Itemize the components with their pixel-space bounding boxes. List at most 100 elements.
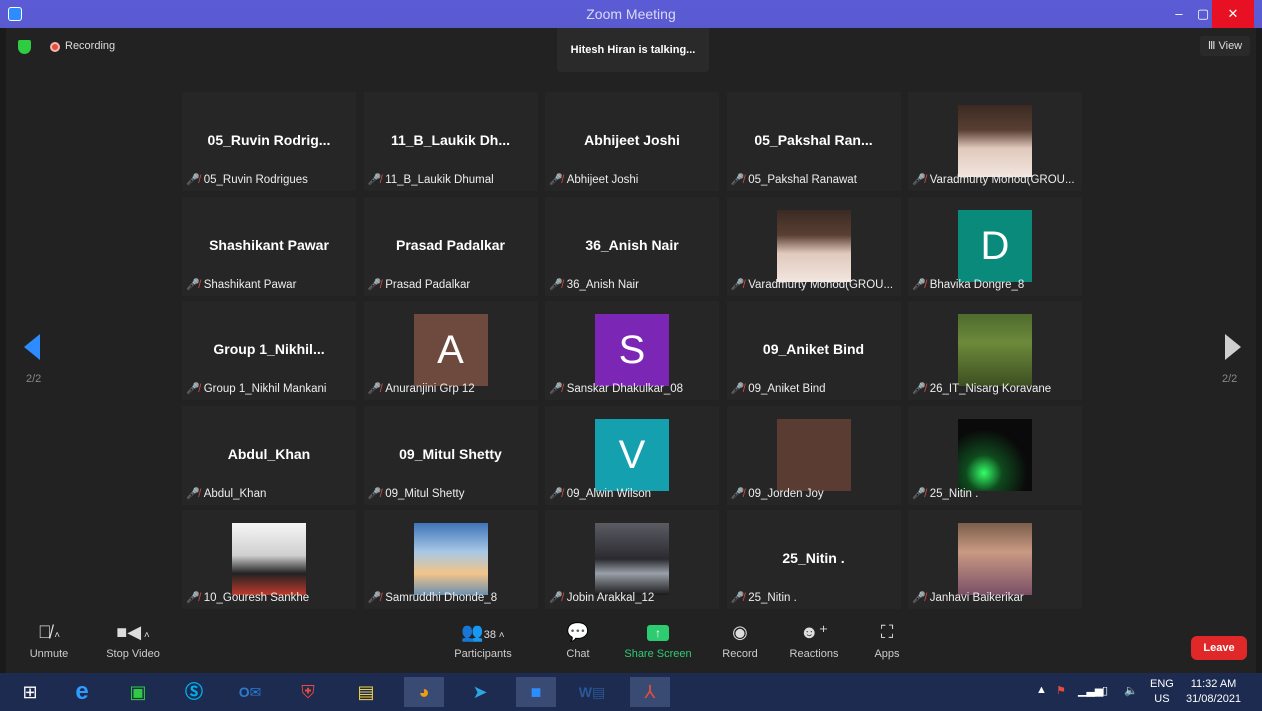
participant-tile[interactable]: Abdul_Khan 🎤̸ Abdul_Khan	[182, 405, 356, 505]
view-button[interactable]: Ⅲ View	[1200, 36, 1250, 56]
participant-name: Prasad Padalkar	[385, 278, 471, 291]
participant-name-label: 🎤̸ 11_B_Laukik Dhumal	[366, 171, 498, 189]
close-button[interactable]: ✕	[1212, 0, 1254, 28]
participants-button[interactable]: 👥38 ˄ Participants	[448, 617, 518, 673]
record-button[interactable]: ◉ Record	[718, 617, 762, 673]
apps-label: Apps	[874, 648, 900, 660]
participant-display-name: Group 1_Nikhil...	[213, 341, 325, 357]
participant-tile[interactable]: 🎤̸ Samruddhi Dhonde_8	[363, 510, 538, 609]
muted-mic-icon: 🎤̸	[367, 278, 382, 291]
participant-name: 05_Ruvin Rodrigues	[203, 174, 308, 186]
battery-icon[interactable]: ▯	[1102, 684, 1108, 697]
muted-mic-icon: 🎤̸	[367, 174, 382, 186]
store-icon[interactable]: ▣	[118, 677, 158, 707]
participant-tile[interactable]: 05_Pakshal Ran... 🎤̸ 05_Pakshal Ranawat	[726, 92, 901, 191]
participant-tile[interactable]: 25_Nitin . 🎤̸ 25_Nitin .	[726, 510, 901, 609]
participant-name-label: 🎤̸ 09_Alwin Wilson	[547, 485, 655, 503]
apps-button[interactable]: ⛶ Apps	[870, 617, 904, 673]
participant-tile[interactable]: Shashikant Pawar 🎤̸ Shashikant Pawar	[182, 196, 356, 296]
participant-tile[interactable]: Prasad Padalkar 🎤̸ Prasad Padalkar	[363, 196, 538, 296]
language-code: ENG	[1150, 678, 1174, 690]
next-page-arrow-icon[interactable]	[1225, 334, 1241, 360]
muted-mic-icon: 🎤̸	[549, 174, 563, 186]
unmute-button[interactable]: 🎙̸ ˄ Unmute	[24, 617, 74, 673]
skype-icon[interactable]: Ⓢ	[174, 677, 214, 707]
chat-button[interactable]: 💬 Chat	[558, 617, 598, 673]
participant-tile[interactable]: 🎤̸ Varadmurty Mohod(GROU...	[726, 196, 901, 296]
participant-tile[interactable]: Group 1_Nikhil... 🎤̸ Group 1_Nikhil Mankan…	[182, 301, 356, 400]
tray-flag-icon[interactable]: ⚑	[1056, 684, 1066, 697]
participant-tile[interactable]: 09_Aniket Bind 🎤̸ 09_Aniket Bind	[726, 301, 901, 400]
participant-display-name: Abhijeet Joshi	[584, 132, 680, 148]
file-explorer-icon[interactable]: ▤	[346, 677, 386, 707]
share-screen-button[interactable]: ↑ Share Screen	[622, 617, 694, 673]
language-indicator[interactable]: ENG US	[1150, 677, 1174, 707]
stop-video-button[interactable]: ■◀ ˄ Stop Video	[102, 617, 164, 673]
tray-expand-icon[interactable]: ▲	[1036, 684, 1047, 696]
participant-tile[interactable]: Abhijeet Joshi 🎤̸ Abhijeet Joshi	[545, 92, 719, 191]
muted-mic-icon: 🎤̸	[186, 487, 200, 500]
participant-tile[interactable]: 🎤̸ Janhavi Baikerikar	[908, 510, 1082, 609]
participant-tile[interactable]: 🎤̸ Jobin Arakkal_12	[545, 510, 719, 609]
participant-tile[interactable]: 🎤̸ 10_Gouresh Sankhe	[182, 510, 356, 609]
acrobat-icon[interactable]: ⅄	[630, 677, 670, 707]
recording-label: Recording	[65, 40, 116, 52]
participants-count: 38	[483, 629, 497, 641]
participant-name: Janhavi Baikerikar	[929, 592, 1024, 604]
share-screen-label: Share Screen	[624, 648, 692, 660]
system-clock[interactable]: 11:32 AM 31/08/2021	[1186, 677, 1241, 707]
muted-mic-icon: 🎤̸	[367, 383, 382, 395]
participant-avatar	[776, 418, 851, 491]
participant-tile[interactable]: 🎤̸ 25_Nitin .	[908, 405, 1082, 505]
windows-start-icon[interactable]: ⊞	[10, 677, 50, 707]
network-signal-icon[interactable]: ▁▃▅	[1078, 684, 1103, 697]
zoom-taskbar-icon[interactable]: ■	[516, 677, 556, 707]
participant-tile[interactable]: 36_Anish Nair 🎤̸ 36_Anish Nair	[545, 196, 719, 296]
participant-name: 09_Alwin Wilson	[566, 487, 652, 500]
muted-mic-icon: 🎤̸	[186, 383, 200, 395]
participant-tile[interactable]: 🎤̸ 09_Jorden Joy	[726, 405, 901, 505]
participant-name-label: 🎤̸ 05_Pakshal Ranawat	[729, 171, 861, 189]
participant-name-label: 🎤̸ Varadmurty Mohod(GROU...	[910, 171, 1079, 189]
participant-name-label: 🎤̸ 09_Mitul Shetty	[366, 485, 469, 503]
active-speaker-banner: Hitesh Hiran is talking...	[557, 28, 709, 72]
muted-mic-icon: 🎤̸	[730, 383, 745, 395]
internet-explorer-icon[interactable]: e	[62, 677, 102, 707]
participant-tile[interactable]: 09_Mitul Shetty 🎤̸ 09_Mitul Shetty	[363, 405, 538, 505]
participant-profile-photo	[776, 209, 851, 282]
muted-mic-icon: 🎙̸ ˄	[37, 622, 61, 642]
speaker-icon[interactable]: 🔈	[1124, 684, 1138, 697]
participant-name-label: 🎤̸ Shashikant Pawar	[184, 276, 300, 294]
participant-avatar: D	[958, 209, 1032, 282]
maximize-button[interactable]: ▢	[1192, 0, 1214, 28]
participant-tile[interactable]: V 🎤̸ 09_Alwin Wilson	[545, 405, 719, 505]
participant-tile[interactable]: A 🎤̸ Anuranjini Grp 12	[363, 301, 538, 400]
participant-profile-photo	[958, 523, 1032, 595]
participant-name-label: 🎤̸ 26_IT_Nisarg Koravane	[910, 380, 1055, 398]
telegram-icon[interactable]: ➤	[460, 677, 500, 707]
outlook-icon[interactable]: O✉	[230, 677, 270, 707]
participant-tile[interactable]: 🎤̸ 26_IT_Nisarg Koravane	[908, 301, 1082, 400]
previous-page-arrow-icon[interactable]	[24, 334, 40, 360]
participant-name: 09_Aniket Bind	[748, 383, 826, 395]
reactions-smiley-icon: ☻⁺	[799, 622, 829, 642]
minimize-button[interactable]: –	[1168, 0, 1190, 28]
word-icon[interactable]: W▤	[572, 677, 612, 707]
chrome-icon[interactable]: ◕	[404, 677, 444, 707]
participant-tile[interactable]: 11_B_Laukik Dh... 🎤̸ 11_B_Laukik Dhumal	[363, 92, 538, 191]
participant-name: Abhijeet Joshi	[566, 174, 639, 186]
participant-tile[interactable]: 🎤̸ Varadmurty Mohod(GROU...	[908, 92, 1082, 191]
reactions-button[interactable]: ☻⁺ Reactions	[786, 617, 842, 673]
security-shield-icon[interactable]	[18, 40, 31, 54]
antivirus-shield-icon[interactable]: ⛨	[288, 677, 328, 707]
leave-button[interactable]: Leave	[1191, 636, 1247, 660]
muted-mic-icon: 🎤̸	[549, 383, 563, 395]
participant-name-label: 🎤̸ Abdul_Khan	[184, 485, 270, 503]
participant-tile[interactable]: D 🎤̸ Bhavika Dongre_8	[908, 196, 1082, 296]
participant-tile[interactable]: S 🎤̸ Sanskar Dhakulkar_08	[545, 301, 719, 400]
record-icon: ◉	[732, 622, 748, 642]
participant-tile[interactable]: 05_Ruvin Rodrig... 🎤̸ 05_Ruvin Rodrigues	[182, 92, 356, 191]
muted-mic-icon: 🎤̸	[912, 487, 926, 500]
participant-name: Anuranjini Grp 12	[385, 383, 475, 395]
stop-video-label: Stop Video	[106, 648, 160, 660]
